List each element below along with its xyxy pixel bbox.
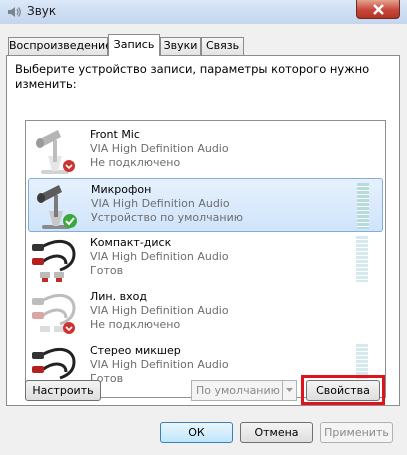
device-name: Компакт-диск — [90, 236, 172, 249]
chevron-down-icon — [286, 388, 293, 392]
properties-button[interactable]: Свойства — [306, 380, 380, 401]
instruction-text: Выберите устройство записи, параметры ко… — [15, 62, 370, 91]
set-default-label: По умолчанию — [196, 384, 280, 397]
rca-cable-icon — [32, 293, 76, 334]
tab-sounds[interactable]: Звуки — [160, 37, 201, 55]
title-bar: Звук — [0, 0, 407, 24]
dialog-body: Воспроизведение Запись Звуки Связь Выбер… — [0, 24, 407, 455]
device-driver: VIA High Definition Audio — [90, 358, 229, 371]
device-status: Не подключено — [90, 156, 181, 169]
tab-communications[interactable]: Связь — [201, 37, 244, 55]
close-icon — [373, 4, 384, 15]
dropdown-arrow[interactable] — [282, 381, 296, 400]
device-item-cd[interactable]: Компакт-диск VIA High Definition Audio Г… — [28, 232, 383, 286]
device-driver: VIA High Definition Audio — [90, 304, 229, 317]
microphone-icon — [37, 185, 77, 229]
set-default-dropdown[interactable]: По умолчанию — [191, 380, 297, 401]
speaker-icon — [8, 7, 21, 17]
device-item-line-in[interactable]: Лин. вход VIA High Definition Audio Не п… — [28, 286, 383, 340]
level-meter — [356, 236, 368, 282]
device-item-front-mic[interactable]: Front Mic VIA High Definition Audio Не п… — [28, 124, 383, 178]
recording-panel: Выберите устройство записи, параметры ко… — [6, 55, 400, 406]
device-status: Готов — [90, 264, 124, 277]
window-title: Звук — [27, 4, 57, 18]
close-button[interactable] — [356, 0, 400, 19]
device-name: Front Mic — [90, 128, 140, 141]
rca-cable-icon — [32, 239, 76, 282]
device-driver: VIA High Definition Audio — [91, 197, 230, 210]
microphone-icon — [36, 130, 75, 174]
configure-button[interactable]: Настроить — [25, 380, 101, 401]
device-name: Микрофон — [91, 183, 152, 196]
device-name: Стерео микшер — [90, 344, 181, 357]
ok-button[interactable]: ОК — [160, 422, 233, 443]
device-driver: VIA High Definition Audio — [90, 250, 229, 263]
device-status: Не подключено — [90, 318, 181, 331]
device-list[interactable]: Front Mic VIA High Definition Audio Не п… — [25, 120, 386, 398]
level-meter — [357, 183, 369, 229]
apply-button[interactable]: Применить — [320, 422, 393, 443]
cancel-button[interactable]: Отмена — [240, 422, 313, 443]
tab-recording[interactable]: Запись — [108, 34, 160, 56]
device-item-microphone[interactable]: Микрофон VIA High Definition Audio Устро… — [28, 178, 383, 232]
device-status: Устройство по умолчанию — [91, 211, 244, 224]
device-driver: VIA High Definition Audio — [90, 142, 229, 155]
tab-playback[interactable]: Воспроизведение — [8, 37, 112, 55]
device-name: Лин. вход — [90, 290, 147, 303]
